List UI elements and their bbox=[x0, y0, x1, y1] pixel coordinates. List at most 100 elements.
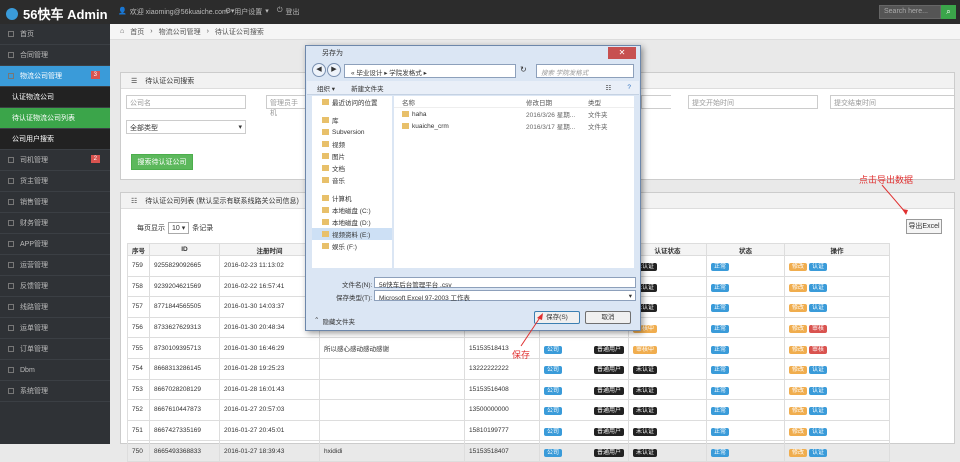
edit-button[interactable]: 修改 bbox=[789, 304, 808, 313]
tree-item[interactable]: 娱乐 (F:) bbox=[312, 240, 392, 252]
tree-item[interactable]: 本地磁盘 (D:) bbox=[312, 216, 392, 228]
back-button[interactable]: ◀ bbox=[312, 63, 326, 77]
filetype-select[interactable]: Microsoft Excel 97-2003 工作表 ▾ bbox=[374, 290, 636, 302]
cell-name: 所以感心感动感动感谢 bbox=[319, 337, 465, 359]
search-button[interactable]: ⌕ bbox=[941, 5, 956, 19]
organize-button[interactable]: 组织 ▾ bbox=[317, 83, 335, 93]
col-name-header[interactable]: 名称 bbox=[394, 97, 526, 107]
sidebar-item-system[interactable]: 系统管理 bbox=[0, 381, 110, 402]
export-excel-button[interactable]: 导出Excel bbox=[906, 219, 942, 234]
brand[interactable]: 56快车 Admin bbox=[6, 4, 108, 23]
sidebar-item-label: 运营管理 bbox=[20, 262, 48, 269]
panel-title: 待认证公司列表 (默认显示有联系线路关公司信息) bbox=[145, 197, 299, 205]
verify-button[interactable]: 认证 bbox=[809, 283, 828, 292]
verify-button[interactable]: 认证 bbox=[809, 263, 828, 272]
edit-button[interactable]: 修改 bbox=[789, 428, 808, 437]
tree-item[interactable]: 图片 bbox=[312, 150, 392, 162]
sidebar-item-app[interactable]: APP管理 bbox=[0, 234, 110, 255]
cell-phone: 13222222222 bbox=[464, 357, 540, 380]
verify-button[interactable]: 认证 bbox=[809, 407, 828, 416]
tree-item[interactable]: Subversion bbox=[312, 126, 392, 138]
company-name-input[interactable]: 公司名 bbox=[126, 95, 246, 109]
sidebar-item-home[interactable]: 首页 bbox=[0, 24, 110, 45]
verify-button[interactable]: 审核 bbox=[809, 345, 828, 354]
end-time-input[interactable]: 提交结束时间 bbox=[830, 95, 955, 109]
file-row[interactable]: haha 2016/3/26 星期... 文件夹 bbox=[394, 108, 634, 120]
col-date-header[interactable]: 修改日期 bbox=[526, 97, 588, 107]
verify-button[interactable]: 认证 bbox=[809, 448, 828, 457]
refresh-icon[interactable]: ↻ bbox=[520, 65, 527, 74]
cell-actions: 修改 认证 bbox=[784, 275, 891, 298]
search-input[interactable]: Search here... bbox=[879, 5, 941, 19]
sidebar-item-label: 待认证物流公司列表 bbox=[12, 115, 75, 122]
cell-auth: 未认证 bbox=[628, 378, 708, 401]
verify-button[interactable]: 认证 bbox=[809, 428, 828, 437]
new-folder-button[interactable]: 新建文件夹 bbox=[351, 83, 384, 93]
cancel-button[interactable]: 取消 bbox=[585, 311, 631, 324]
col-type-header[interactable]: 类型 bbox=[588, 97, 601, 107]
waybill-icon bbox=[8, 325, 14, 331]
edit-button[interactable]: 修改 bbox=[789, 386, 808, 395]
sidebar-item-finance[interactable]: 财务管理 bbox=[0, 213, 110, 234]
page-size-select[interactable]: 10 ▾ bbox=[168, 222, 190, 234]
type-select-value: 全部类型 bbox=[130, 125, 158, 132]
sidebar-item-operations[interactable]: 运营管理 bbox=[0, 255, 110, 276]
tree-item[interactable]: 视频资料 (E:) bbox=[312, 228, 392, 240]
filename-input[interactable]: 56快车后台管理平台 .csv bbox=[374, 277, 636, 289]
manager-phone-input[interactable]: 管理员手机 bbox=[266, 95, 306, 117]
sidebar-item-contracts[interactable]: 合同管理 bbox=[0, 45, 110, 66]
tree-item[interactable]: 本地磁盘 (C:) bbox=[312, 204, 392, 216]
folder-search-input[interactable]: 搜索 学院发格式 bbox=[536, 64, 634, 78]
tree-item[interactable]: 音乐 bbox=[312, 174, 392, 186]
forward-button[interactable]: ▶ bbox=[327, 63, 341, 77]
sidebar-subitem-pending[interactable]: 待认证物流公司列表 bbox=[0, 108, 110, 129]
sidebar-item-routes[interactable]: 线路管理 bbox=[0, 297, 110, 318]
edit-button[interactable]: 修改 bbox=[789, 407, 808, 416]
edit-button[interactable]: 修改 bbox=[789, 345, 808, 354]
status-select[interactable] bbox=[641, 95, 671, 109]
search-pending-button[interactable]: 搜索待认证公司 bbox=[131, 154, 193, 170]
sidebar-item-waybills[interactable]: 运单管理 bbox=[0, 318, 110, 339]
sidebar-item-dbm[interactable]: Dbm bbox=[0, 360, 110, 381]
start-time-input[interactable]: 提交开始时间 bbox=[688, 95, 818, 109]
user-menu[interactable]: 👤 欢迎 xiaoming@56kuaiche.com ▾ bbox=[118, 7, 234, 17]
address-bar[interactable]: « 毕业设计 ▸ 学院发格式 ▸ bbox=[344, 64, 516, 78]
edit-button[interactable]: 修改 bbox=[789, 283, 808, 292]
file-row[interactable]: kuaiche_crm 2016/3/17 星期... 文件夹 bbox=[394, 120, 634, 132]
verify-button[interactable]: 认证 bbox=[809, 366, 828, 375]
verify-button[interactable]: 认证 bbox=[809, 304, 828, 313]
verify-button[interactable]: 审核 bbox=[809, 325, 828, 334]
sidebar-subitem-user-search[interactable]: 公司用户搜索 bbox=[0, 129, 110, 150]
logout-link[interactable]: ⏻ 登出 bbox=[277, 7, 300, 17]
sidebar-item-shippers[interactable]: 货主管理 bbox=[0, 171, 110, 192]
edit-button[interactable]: 修改 bbox=[789, 448, 808, 457]
type-select[interactable]: 全部类型 ▾ bbox=[126, 120, 246, 134]
settings-menu[interactable]: ⚙ 用户设置 ▾ bbox=[225, 7, 269, 17]
edit-button[interactable]: 修改 bbox=[789, 366, 808, 375]
tree-item[interactable]: 文档 bbox=[312, 162, 392, 174]
tree-item[interactable]: 库 bbox=[312, 114, 392, 126]
sidebar-subitem-certified[interactable]: 认证物流公司 bbox=[0, 87, 110, 108]
tree-item[interactable]: 最近访问的位置 bbox=[312, 96, 392, 108]
sidebar-item-drivers[interactable]: 司机管理 2 bbox=[0, 150, 110, 171]
tree-item[interactable]: 计算机 bbox=[312, 192, 392, 204]
file-type: 文件夹 bbox=[588, 124, 608, 131]
help-icon[interactable]: ? bbox=[627, 84, 631, 91]
edit-button[interactable]: 修改 bbox=[789, 325, 808, 334]
cell-status-value: 正常 bbox=[711, 366, 730, 375]
sidebar-item-sales[interactable]: 销售管理 bbox=[0, 192, 110, 213]
cell-auth-value: 审核中 bbox=[633, 345, 658, 354]
breadcrumb-level1[interactable]: 物流公司管理 bbox=[159, 27, 201, 37]
sidebar-item-logistics[interactable]: 物流公司管理 3 bbox=[0, 66, 110, 87]
sidebar-item-feedback[interactable]: 反馈管理 bbox=[0, 276, 110, 297]
tree-item[interactable]: 视频 bbox=[312, 138, 392, 150]
cell-id: 8667427335169 bbox=[149, 419, 220, 442]
verify-button[interactable]: 认证 bbox=[809, 386, 828, 395]
hide-folders-toggle[interactable]: ⌃ 隐藏文件夹 bbox=[314, 316, 355, 326]
sidebar-item-orders[interactable]: 订单管理 bbox=[0, 339, 110, 360]
edit-button[interactable]: 修改 bbox=[789, 263, 808, 272]
breadcrumb-home[interactable]: 首页 bbox=[130, 27, 144, 37]
folder-icon bbox=[322, 231, 329, 237]
close-button[interactable]: ✕ bbox=[608, 47, 636, 59]
view-icon[interactable]: ☷ bbox=[606, 84, 612, 92]
